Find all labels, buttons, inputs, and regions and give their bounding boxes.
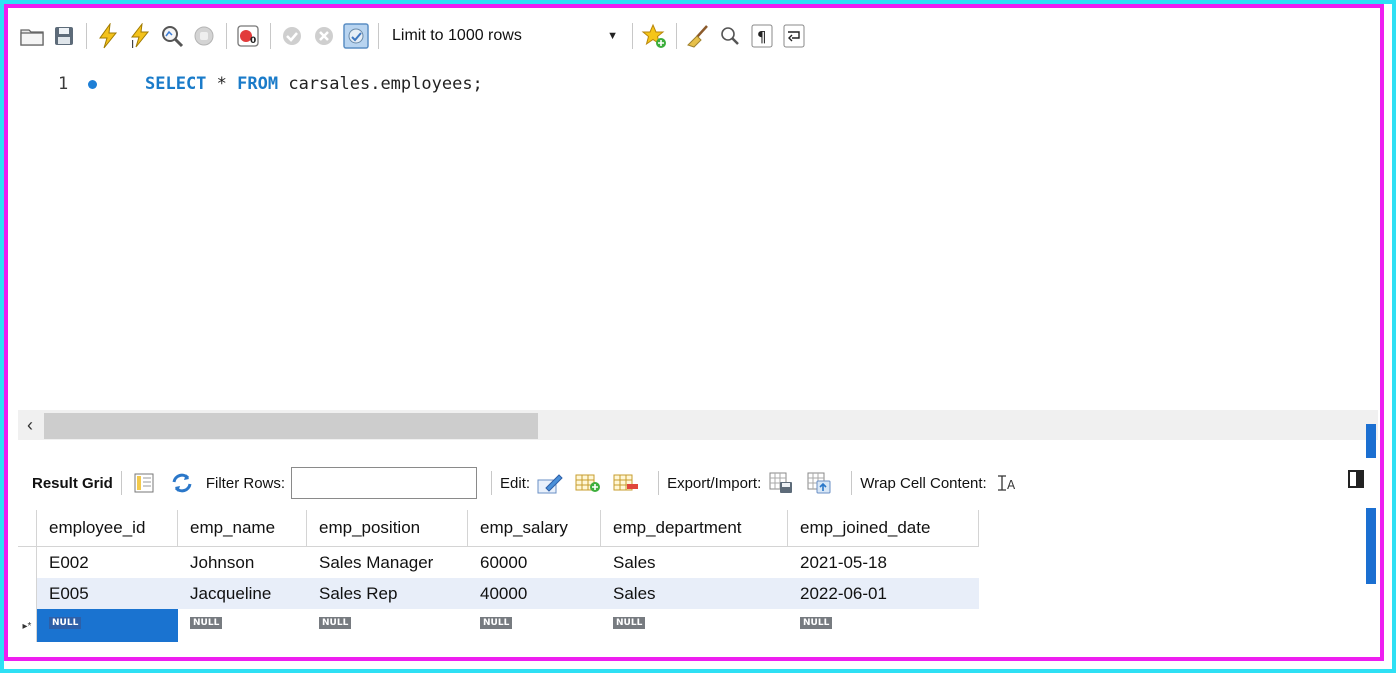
invisible-characters-pilcrow-icon[interactable]: ¶ bbox=[748, 21, 776, 51]
toolbar-separator bbox=[120, 471, 122, 495]
execute-current-statement-icon[interactable]: I bbox=[126, 21, 154, 51]
column-header-emp-joined-date[interactable]: emp_joined_date bbox=[787, 510, 979, 547]
open-folder-icon[interactable] bbox=[18, 21, 46, 51]
toolbar-separator bbox=[86, 23, 87, 49]
explain-magnifier-icon[interactable] bbox=[158, 21, 186, 51]
cell-new-emp-salary[interactable]: NULL bbox=[468, 609, 601, 642]
export-icon[interactable] bbox=[767, 470, 795, 496]
line-number: 1 bbox=[58, 74, 69, 94]
cell-emp-department[interactable]: Sales bbox=[600, 578, 788, 609]
edit-label: Edit: bbox=[500, 474, 531, 492]
row-header[interactable] bbox=[18, 578, 37, 609]
toolbar-separator bbox=[632, 23, 633, 49]
new-row-marker: ▸* bbox=[18, 609, 37, 642]
import-icon[interactable] bbox=[805, 470, 833, 496]
toggle-side-panel-icon[interactable] bbox=[1348, 470, 1364, 488]
sql-editor[interactable]: 1 SELECT * FROM carsales.employees; bbox=[18, 62, 1378, 410]
cell-employee-id[interactable]: E005 bbox=[36, 578, 178, 609]
toolbar-separator bbox=[491, 471, 493, 495]
cell-emp-department[interactable]: Sales bbox=[601, 547, 788, 579]
null-badge: NULL bbox=[190, 617, 223, 629]
column-header-emp-department[interactable]: emp_department bbox=[600, 510, 788, 547]
grid-header-row: employee_id emp_name emp_position emp_sa… bbox=[18, 510, 979, 547]
null-badge: NULL bbox=[319, 617, 352, 629]
null-badge: NULL bbox=[800, 617, 833, 629]
cell-new-emp-department[interactable]: NULL bbox=[601, 609, 788, 642]
execute-lightning-icon[interactable] bbox=[94, 21, 122, 51]
sql-statement[interactable]: SELECT * FROM carsales.employees; bbox=[145, 74, 483, 94]
word-wrap-icon[interactable] bbox=[780, 21, 808, 51]
cell-new-emp-joined-date[interactable]: NULL bbox=[788, 609, 979, 642]
svg-text:I: I bbox=[131, 38, 134, 49]
null-badge: NULL bbox=[480, 617, 513, 629]
toolbar-separator bbox=[226, 23, 227, 49]
rollback-cancel-icon[interactable] bbox=[310, 21, 338, 51]
result-grid-tab[interactable]: Result Grid bbox=[32, 475, 113, 492]
cell-emp-name[interactable]: Jacqueline bbox=[177, 578, 307, 609]
filter-rows-label: Filter Rows: bbox=[205, 474, 286, 492]
editor-horizontal-scrollbar[interactable]: ‹ bbox=[18, 410, 1378, 440]
cell-emp-joined-date[interactable]: 2022-06-01 bbox=[787, 578, 979, 609]
cell-emp-salary[interactable]: 40000 bbox=[467, 578, 601, 609]
table-row[interactable]: E002 Johnson Sales Manager 60000 Sales 2… bbox=[18, 546, 979, 579]
column-header-emp-name[interactable]: emp_name bbox=[177, 510, 307, 547]
svg-text:A: A bbox=[1007, 478, 1016, 492]
add-snippet-star-icon[interactable] bbox=[640, 21, 668, 51]
row-header-corner bbox=[18, 510, 37, 547]
new-row[interactable]: ▸* NULL NULL NULL NULL NULL NULL bbox=[18, 609, 979, 642]
table-row[interactable]: E005 Jacqueline Sales Rep 40000 Sales 20… bbox=[18, 578, 979, 609]
limit-rows-label: Limit to 1000 rows bbox=[392, 27, 522, 44]
keyword-select: SELECT bbox=[145, 74, 207, 94]
keyword-from: FROM bbox=[237, 74, 279, 94]
toggle-continue-on-error-icon[interactable] bbox=[342, 21, 370, 51]
toolbar-separator bbox=[851, 471, 853, 495]
sql-editor-toolbar: I 0 Limit to 1000 rows ▼ ¶ bbox=[18, 14, 1378, 58]
cell-emp-position[interactable]: Sales Rep bbox=[306, 578, 468, 609]
svg-text:¶: ¶ bbox=[757, 28, 767, 46]
cell-emp-position[interactable]: Sales Manager bbox=[307, 547, 468, 579]
export-import-label: Export/Import: bbox=[667, 474, 762, 492]
delete-row-icon[interactable] bbox=[612, 470, 640, 496]
chevron-down-icon: ▼ bbox=[607, 30, 618, 42]
cell-emp-name[interactable]: Johnson bbox=[178, 547, 307, 579]
cell-emp-salary[interactable]: 60000 bbox=[468, 547, 601, 579]
beautify-broom-icon[interactable] bbox=[684, 21, 712, 51]
toolbar-separator bbox=[378, 23, 379, 49]
column-header-emp-salary[interactable]: emp_salary bbox=[467, 510, 601, 547]
toolbar-separator bbox=[270, 23, 271, 49]
scroll-left-arrow-icon[interactable]: ‹ bbox=[18, 410, 42, 440]
toolbar-separator bbox=[658, 471, 660, 495]
refresh-arrows-icon[interactable] bbox=[168, 470, 196, 496]
result-grid: employee_id emp_name emp_position emp_sa… bbox=[18, 510, 979, 642]
table-reference: carsales.employees; bbox=[278, 74, 483, 94]
limit-rows-select[interactable]: Limit to 1000 rows ▼ bbox=[386, 23, 624, 49]
wrap-cell-content-icon[interactable]: A bbox=[993, 470, 1021, 496]
insert-row-icon[interactable] bbox=[574, 470, 602, 496]
result-grid-toolbar: Result Grid Filter Rows: Edit: Export/Im… bbox=[18, 458, 1378, 508]
wrap-cell-content-label: Wrap Cell Content: bbox=[860, 474, 987, 492]
row-header[interactable] bbox=[18, 546, 37, 578]
cell-new-emp-position[interactable]: NULL bbox=[307, 609, 468, 642]
scrollbar-thumb[interactable] bbox=[44, 413, 538, 439]
find-magnifier-icon[interactable] bbox=[716, 21, 744, 51]
form-editor-icon[interactable] bbox=[130, 470, 158, 496]
commit-check-icon[interactable] bbox=[278, 21, 306, 51]
cell-employee-id[interactable]: E002 bbox=[37, 547, 178, 579]
toggle-autocommit-icon[interactable]: 0 bbox=[234, 21, 262, 51]
filter-rows-input[interactable] bbox=[291, 467, 478, 499]
edit-current-row-icon[interactable] bbox=[536, 470, 564, 496]
statement-marker-dot bbox=[88, 80, 97, 89]
cell-new-emp-name[interactable]: NULL bbox=[178, 609, 307, 642]
svg-text:0: 0 bbox=[250, 36, 256, 46]
column-header-emp-position[interactable]: emp_position bbox=[306, 510, 468, 547]
save-icon[interactable] bbox=[50, 21, 78, 51]
column-header-employee-id[interactable]: employee_id bbox=[36, 510, 178, 547]
toolbar-separator bbox=[676, 23, 677, 49]
cell-new-employee-id[interactable]: NULL bbox=[36, 609, 178, 642]
null-badge: NULL bbox=[49, 617, 82, 629]
cell-emp-joined-date[interactable]: 2021-05-18 bbox=[788, 547, 979, 579]
null-badge: NULL bbox=[613, 617, 646, 629]
select-star: * bbox=[206, 74, 238, 94]
stop-hand-icon[interactable] bbox=[190, 21, 218, 51]
